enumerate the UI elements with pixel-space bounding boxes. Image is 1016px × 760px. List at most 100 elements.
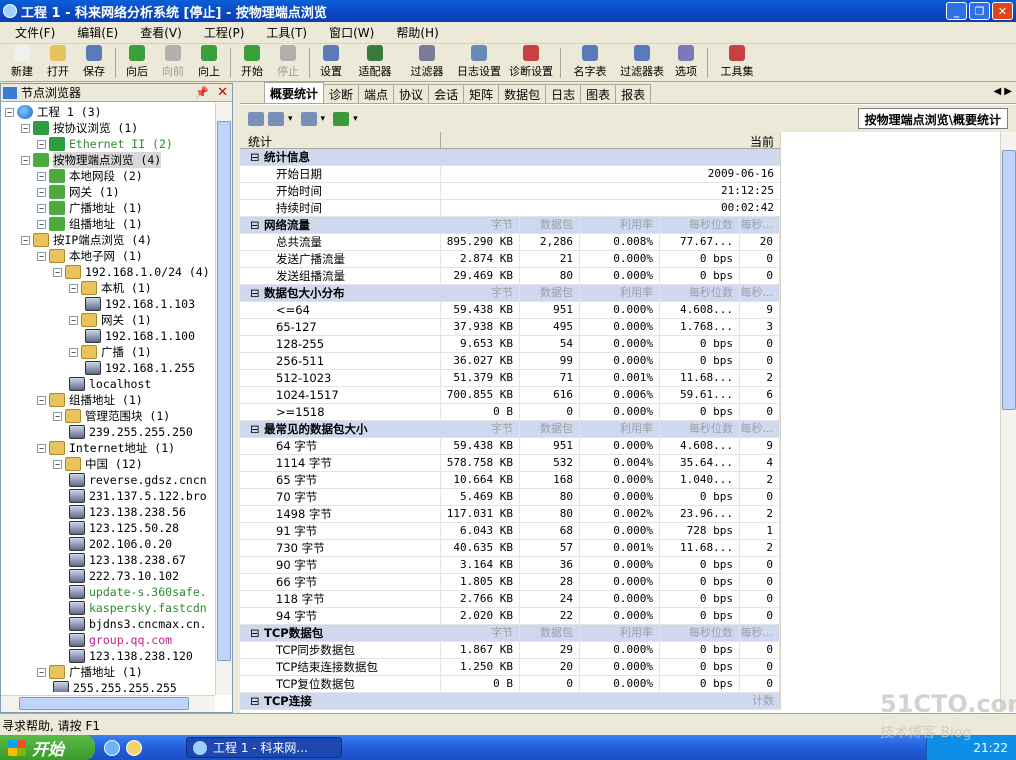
tree-node[interactable]: − 网关 (1) xyxy=(69,312,152,328)
toolbar-button[interactable]: 向前 xyxy=(155,45,191,81)
tree-node[interactable]: − 管理范围块 (1) xyxy=(53,408,170,424)
tree-node[interactable]: 239.255.255.250 xyxy=(69,424,193,440)
expand-toggle-icon[interactable]: − xyxy=(69,347,78,357)
menu-item[interactable]: 查看(V) xyxy=(129,24,193,41)
tree-node[interactable]: − 本地子网 (1) xyxy=(37,248,143,264)
tree-node[interactable]: − 本机 (1) xyxy=(69,280,152,296)
tree-node[interactable]: localhost xyxy=(69,376,151,392)
tree-node[interactable]: − 工程 1 (3) xyxy=(5,104,102,120)
toolbar-button[interactable]: 停止 xyxy=(270,45,306,81)
toolbar-button[interactable]: 适配器 xyxy=(349,45,401,81)
tab[interactable]: 图表 xyxy=(580,84,617,103)
tab[interactable]: 概要统计 xyxy=(264,82,325,103)
grid-scroll-thumb[interactable] xyxy=(1002,150,1016,410)
tree-node[interactable]: 123.138.238.56 xyxy=(69,504,186,520)
maximize-button[interactable]: ❐ xyxy=(969,2,990,20)
tab[interactable]: 报表 xyxy=(615,84,652,103)
minimize-button[interactable]: _ xyxy=(946,2,967,20)
toolbar-button[interactable]: 选项 xyxy=(668,45,704,81)
chevron-down-icon[interactable]: ▾ xyxy=(353,114,358,124)
toolbar-button[interactable]: 保存 xyxy=(76,45,112,81)
collapse-icon[interactable]: ⊟ xyxy=(250,625,260,642)
expand-toggle-icon[interactable]: − xyxy=(37,203,46,213)
tree-node[interactable]: − 本地网段 (2) xyxy=(37,168,143,184)
chevron-down-icon[interactable]: ▾ xyxy=(321,114,326,124)
tree-node[interactable]: 192.168.1.100 xyxy=(85,328,195,344)
pin-icon[interactable]: 📌 xyxy=(195,86,209,99)
tab[interactable]: 矩阵 xyxy=(463,84,500,103)
tree-node[interactable]: − 组播地址 (1) xyxy=(37,392,143,408)
tree-node[interactable]: 231.137.5.122.bro xyxy=(69,488,207,504)
tab[interactable]: 端点 xyxy=(358,84,395,103)
tree-horizontal-scrollbar[interactable] xyxy=(1,695,215,712)
grid-vertical-scrollbar[interactable] xyxy=(1000,132,1016,710)
menu-item[interactable]: 工程(P) xyxy=(193,24,256,41)
tree-node[interactable]: − 按IP端点浏览 (4) xyxy=(21,232,152,248)
tree-node[interactable]: 222.73.10.102 xyxy=(69,568,179,584)
expand-toggle-icon[interactable]: − xyxy=(5,107,14,117)
tree-node[interactable]: 123.138.238.67 xyxy=(69,552,186,568)
expand-toggle-icon[interactable]: − xyxy=(53,411,62,421)
tree-node[interactable]: − Internet地址 (1) xyxy=(37,440,175,456)
collapse-icon[interactable]: ⊟ xyxy=(250,149,260,166)
clock[interactable]: 21:22 xyxy=(973,741,1008,755)
tree-node[interactable]: update-s.360safe. xyxy=(69,584,207,600)
refresh-icon[interactable] xyxy=(333,111,350,126)
expand-toggle-icon[interactable]: − xyxy=(21,123,30,133)
tree-node[interactable]: 192.168.1.103 xyxy=(85,296,195,312)
expand-toggle-icon[interactable]: − xyxy=(37,187,46,197)
tab[interactable]: 协议 xyxy=(393,84,430,103)
start-button[interactable]: 开始 xyxy=(0,735,95,760)
toolbar-button[interactable]: 新建 xyxy=(4,45,40,81)
menu-item[interactable]: 帮助(H) xyxy=(385,24,449,41)
tree-node[interactable]: − 网关 (1) xyxy=(37,184,120,200)
toolbar-button[interactable]: 过滤器 xyxy=(401,45,453,81)
tab-scroll-arrows-icon[interactable]: ◀ ▶ xyxy=(993,86,1012,97)
tree-node[interactable]: − 广播地址 (1) xyxy=(37,200,143,216)
expand-toggle-icon[interactable]: − xyxy=(37,139,46,149)
tab[interactable]: 日志 xyxy=(545,84,582,103)
collapse-icon[interactable]: ⊟ xyxy=(250,421,260,438)
menu-item[interactable]: 文件(F) xyxy=(4,24,66,41)
taskbar-item[interactable]: 工程 1 - 科来网... xyxy=(186,737,342,758)
expand-toggle-icon[interactable]: − xyxy=(37,667,46,677)
tree-node[interactable]: − 中国 (12) xyxy=(53,456,143,472)
toolbar-button[interactable]: 打开 xyxy=(40,45,76,81)
tree-node[interactable]: − 按协议浏览 (1) xyxy=(21,120,138,136)
tree-node[interactable]: reverse.gdsz.cncn xyxy=(69,472,207,488)
expand-toggle-icon[interactable]: − xyxy=(37,251,46,261)
menu-item[interactable]: 编辑(E) xyxy=(66,24,129,41)
expand-toggle-icon[interactable]: − xyxy=(37,219,46,229)
tree-node[interactable]: bjdns3.cncmax.cn. xyxy=(69,616,207,632)
tree-node[interactable]: kaspersky.fastcdn xyxy=(69,600,207,616)
tree-vertical-scrollbar[interactable] xyxy=(215,103,232,695)
expand-toggle-icon[interactable]: − xyxy=(21,155,30,165)
collapse-icon[interactable]: ⊟ xyxy=(250,285,260,302)
tree-node[interactable]: − 192.168.1.0/24 (4) xyxy=(53,264,210,280)
tab[interactable]: 会话 xyxy=(428,84,465,103)
tree-node[interactable]: − 按物理端点浏览 (4) xyxy=(21,152,162,168)
expand-toggle-icon[interactable]: − xyxy=(53,459,62,469)
toolbar-button[interactable]: 日志设置 xyxy=(453,45,505,81)
tree-node[interactable]: group.qq.com xyxy=(69,632,172,648)
layout-icon[interactable] xyxy=(268,111,284,126)
close-button[interactable]: ✕ xyxy=(992,2,1013,20)
expand-toggle-icon[interactable]: − xyxy=(21,235,30,245)
close-panel-icon[interactable]: ✕ xyxy=(217,85,228,100)
tab[interactable]: 数据包 xyxy=(498,84,547,103)
tree-scroll-thumb[interactable] xyxy=(217,121,231,661)
tree-node[interactable]: − 组播地址 (1) xyxy=(37,216,143,232)
tree-node[interactable]: − 广播地址 (1) xyxy=(37,664,143,680)
toolbar-button[interactable]: 开始 xyxy=(234,45,270,81)
tree-node[interactable]: − Ethernet II (2) xyxy=(37,136,173,152)
tree-node[interactable]: 192.168.1.255 xyxy=(85,360,195,376)
tree-hscroll-thumb[interactable] xyxy=(19,697,189,710)
toolbar-button[interactable]: 向后 xyxy=(119,45,155,81)
quicklaunch-icon[interactable] xyxy=(126,740,142,756)
menu-item[interactable]: 窗口(W) xyxy=(318,24,385,41)
toolbar-button[interactable]: 过滤器表 xyxy=(616,45,668,81)
expand-toggle-icon[interactable]: − xyxy=(53,267,62,277)
expand-toggle-icon[interactable]: − xyxy=(37,171,46,181)
collapse-icon[interactable]: ⊟ xyxy=(250,693,260,710)
toolbar-button[interactable]: 设置 xyxy=(313,45,349,81)
